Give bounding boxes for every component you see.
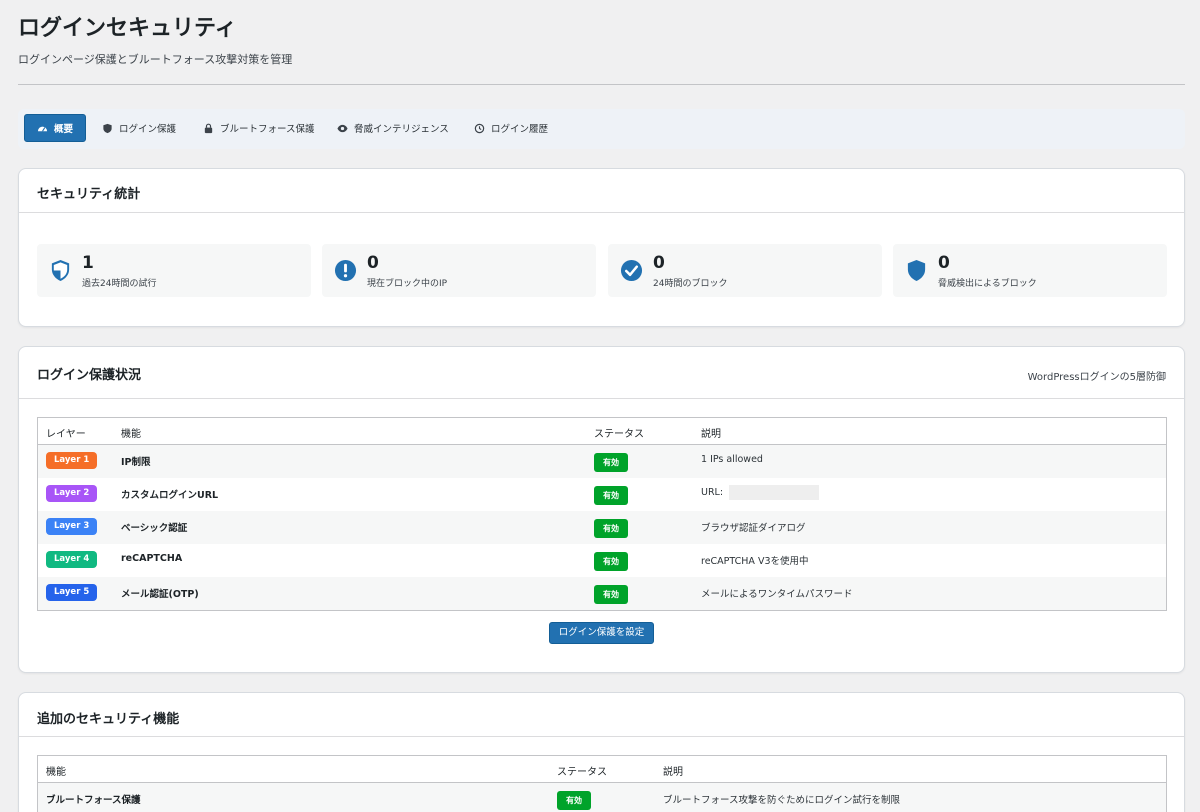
tab-brute-force[interactable]: ブルートフォース保護 bbox=[191, 114, 327, 142]
feature-description: ブルートフォース攻撃を防ぐためにログイン試行を制限 bbox=[663, 795, 901, 806]
column-header-description: 説明 bbox=[701, 429, 721, 440]
eye-icon bbox=[337, 124, 348, 132]
feature-description-cell: URL: bbox=[701, 485, 820, 500]
stat-threat-blocks: 0 脅威検出によるブロック bbox=[893, 244, 1167, 297]
tab-overview[interactable]: 概要 bbox=[24, 114, 87, 142]
check-circle-icon bbox=[620, 259, 643, 282]
history-icon bbox=[474, 123, 485, 133]
page-subtitle: ログインページ保護とブルートフォース攻撃対策を管理 bbox=[18, 53, 293, 66]
shield-icon bbox=[103, 123, 112, 133]
stat-value: 0 bbox=[367, 253, 379, 273]
feature-name: reCAPTCHA bbox=[121, 553, 183, 564]
table-row: Layer 5 メール認証(OTP) 有効 メールによるワンタイムパスワード bbox=[38, 577, 1166, 610]
layer-badge: Layer 3 bbox=[46, 518, 98, 535]
dashboard-icon bbox=[37, 126, 48, 132]
layer-badge: Layer 4 bbox=[46, 551, 98, 568]
layer-badge: Layer 5 bbox=[46, 584, 98, 601]
additional-table: 機能 ステータス 説明 ブルートフォース保護 有効 ブルートフォース攻撃を防ぐた… bbox=[37, 755, 1167, 812]
table-row: Layer 1 IP制限 有効 1 IPs allowed bbox=[38, 445, 1166, 478]
page-title: ログインセキュリティ bbox=[18, 16, 237, 41]
configure-login-protection-button[interactable]: ログイン保護を設定 bbox=[549, 622, 654, 644]
tab-label: ログイン保護 bbox=[119, 124, 177, 135]
login-protection-card: ログイン保護状況 WordPressログインの5層防御 レイヤー 機能 ステータ… bbox=[18, 346, 1185, 673]
table-row: Layer 3 ベーシック認証 有効 ブラウザ認証ダイアログ bbox=[38, 511, 1166, 544]
tab-threat-intelligence[interactable]: 脅威インテリジェンス bbox=[325, 114, 461, 142]
card-header: 追加のセキュリティ機能 bbox=[19, 693, 1184, 737]
feature-description: ブラウザ認証ダイアログ bbox=[701, 523, 806, 534]
stat-attempts: 1 過去24時間の試行 bbox=[37, 244, 311, 297]
feature-description: メールによるワンタイムパスワード bbox=[701, 589, 853, 600]
tab-label: ブルートフォース保護 bbox=[220, 124, 315, 135]
tab-label: 概要 bbox=[54, 124, 74, 135]
column-header-feature: 機能 bbox=[121, 429, 141, 440]
card-meta: WordPressログインの5層防御 bbox=[1027, 372, 1166, 383]
tab-label: ログイン履歴 bbox=[491, 124, 549, 135]
feature-description: reCAPTCHA V3を使用中 bbox=[701, 556, 809, 567]
card-header: セキュリティ統計 bbox=[19, 169, 1184, 213]
feature-name: IP制限 bbox=[121, 457, 151, 468]
status-badge: 有効 bbox=[594, 486, 628, 505]
stat-label: 24時間のブロック bbox=[653, 279, 728, 289]
feature-description: URL: bbox=[701, 487, 724, 498]
layer-badge: Layer 1 bbox=[46, 452, 98, 469]
tab-login-history[interactable]: ログイン履歴 bbox=[462, 114, 560, 142]
tab-label: 脅威インテリジェンス bbox=[354, 124, 449, 135]
table-row: ブルートフォース保護 有効 ブルートフォース攻撃を防ぐためにログイン試行を制限 bbox=[38, 783, 1166, 812]
status-badge: 有効 bbox=[594, 453, 628, 472]
column-header-status: ステータス bbox=[557, 767, 607, 778]
column-header-feature: 機能 bbox=[46, 767, 66, 778]
feature-name: メール認証(OTP) bbox=[121, 589, 199, 600]
shield-check-icon bbox=[51, 259, 70, 282]
feature-name: ブルートフォース保護 bbox=[46, 795, 141, 806]
alert-circle-icon bbox=[334, 259, 357, 282]
security-stats-card: セキュリティ統計 1 過去24時間の試行 0 現在ブロック中のIP 0 24時間… bbox=[18, 168, 1185, 327]
stat-label: 現在ブロック中のIP bbox=[367, 279, 448, 289]
stat-label: 脅威検出によるブロック bbox=[938, 279, 1037, 289]
table-header-row: 機能 ステータス 説明 bbox=[38, 756, 1166, 783]
stat-blocks-24h: 0 24時間のブロック bbox=[608, 244, 882, 297]
column-header-description: 説明 bbox=[663, 767, 683, 778]
column-header-status: ステータス bbox=[594, 429, 644, 440]
header-divider bbox=[18, 84, 1185, 85]
tab-login-protection[interactable]: ログイン保護 bbox=[90, 114, 188, 142]
card-title: セキュリティ統計 bbox=[37, 187, 141, 202]
feature-name: ベーシック認証 bbox=[121, 523, 188, 534]
status-badge: 有効 bbox=[594, 585, 628, 604]
table-row: Layer 4 reCAPTCHA 有効 reCAPTCHA V3を使用中 bbox=[38, 544, 1166, 577]
additional-security-card: 追加のセキュリティ機能 機能 ステータス 説明 ブルートフォース保護 有効 ブル… bbox=[18, 692, 1185, 812]
stat-value: 0 bbox=[938, 253, 950, 273]
shield-icon bbox=[907, 259, 926, 282]
status-badge: 有効 bbox=[594, 519, 628, 538]
tab-bar: 概要 ログイン保護 ブルートフォース保護 脅威インテリジェンス ログイン履歴 bbox=[18, 109, 1185, 149]
stat-value: 1 bbox=[82, 253, 94, 273]
stat-blocked-ips: 0 現在ブロック中のIP bbox=[322, 244, 596, 297]
layer-badge: Layer 2 bbox=[46, 485, 98, 502]
feature-name: カスタムログインURL bbox=[121, 490, 219, 501]
card-header: ログイン保護状況 WordPressログインの5層防御 bbox=[19, 347, 1184, 399]
table-row: Layer 2 カスタムログインURL 有効 URL: bbox=[38, 478, 1166, 511]
status-badge: 有効 bbox=[594, 552, 628, 571]
card-title: 追加のセキュリティ機能 bbox=[37, 712, 180, 727]
stat-value: 0 bbox=[653, 253, 665, 273]
lock-icon bbox=[204, 123, 213, 133]
feature-description: 1 IPs allowed bbox=[701, 454, 763, 465]
card-title: ログイン保護状況 bbox=[37, 368, 142, 383]
protection-table: レイヤー 機能 ステータス 説明 Layer 1 IP制限 有効 1 IPs a… bbox=[37, 417, 1167, 611]
redacted-url bbox=[729, 485, 820, 500]
column-header-layer: レイヤー bbox=[46, 429, 86, 440]
status-badge: 有効 bbox=[557, 791, 591, 810]
table-header-row: レイヤー 機能 ステータス 説明 bbox=[38, 418, 1166, 445]
stat-label: 過去24時間の試行 bbox=[82, 279, 157, 289]
